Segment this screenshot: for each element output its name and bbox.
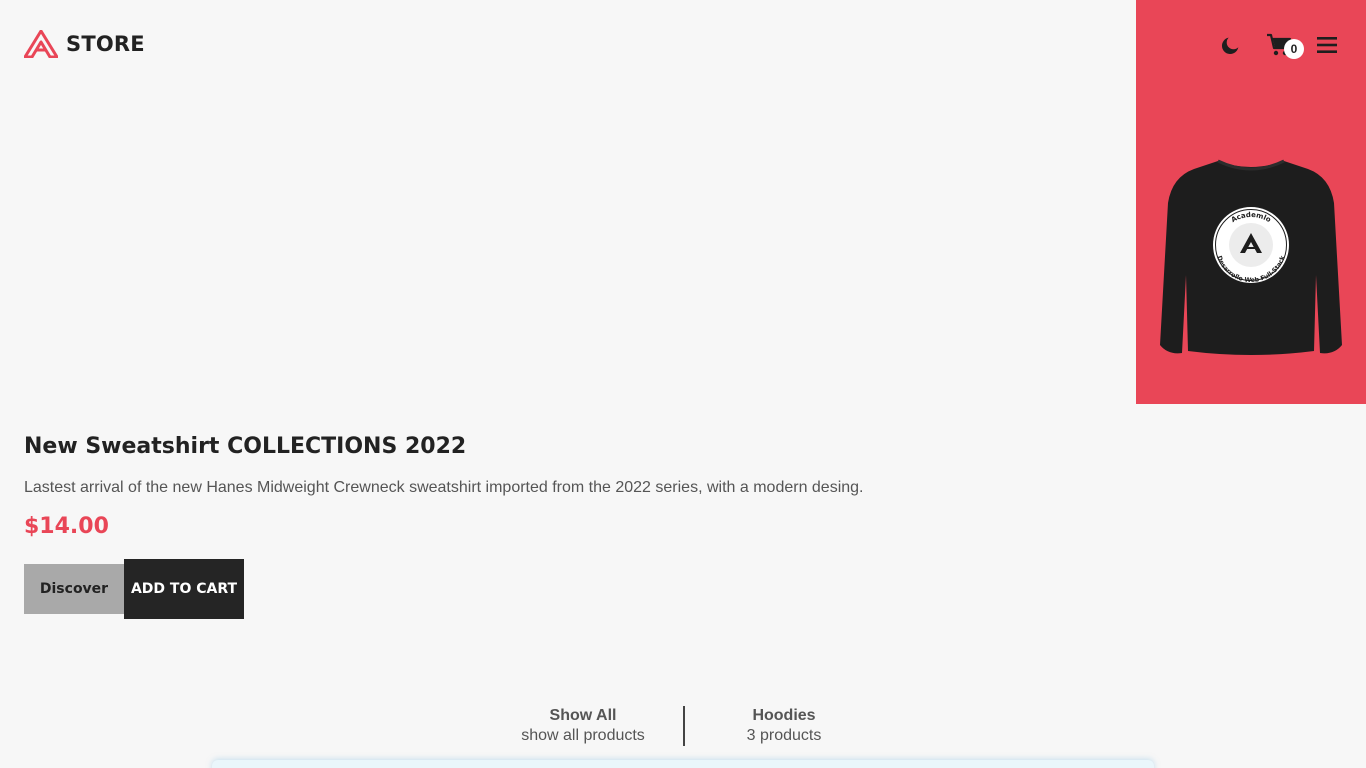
filter-show-all[interactable]: Show All show all products [483,706,683,746]
filter-hoodies[interactable]: Hoodies 3 products [683,706,883,746]
discover-button[interactable]: Discover [24,564,124,614]
add-to-cart-button[interactable]: ADD TO CART [124,559,244,619]
hero-panel: 0 Academlo Desarrollo Web Full-Stack [1136,0,1366,404]
menu-icon [1317,37,1337,53]
product-title: New Sweatshirt COLLECTIONS 2022 [24,434,467,459]
products-grid [212,760,1154,768]
header-tools: 0 [1218,32,1340,59]
filter-count: show all products [521,727,645,744]
product-description: Lastest arrival of the new Hanes Midweig… [24,479,864,496]
filter-count: 3 products [746,727,822,744]
moon-icon [1221,37,1239,55]
menu-button[interactable] [1314,32,1340,58]
filter-name: Hoodies [752,707,816,724]
product-image: Academlo Desarrollo Web Full-Stack [1160,159,1342,355]
brand-name: STORE [66,32,145,56]
product-price: $14.00 [24,514,109,539]
theme-toggle-button[interactable] [1218,32,1244,58]
brand-link[interactable]: STORE [24,30,145,58]
cart-button[interactable]: 0 [1266,32,1304,59]
category-filters: Show All show all products Hoodies 3 pro… [483,706,883,746]
filter-name: Show All [549,707,617,724]
cart-count-badge: 0 [1284,39,1304,59]
logo-icon [24,30,58,58]
